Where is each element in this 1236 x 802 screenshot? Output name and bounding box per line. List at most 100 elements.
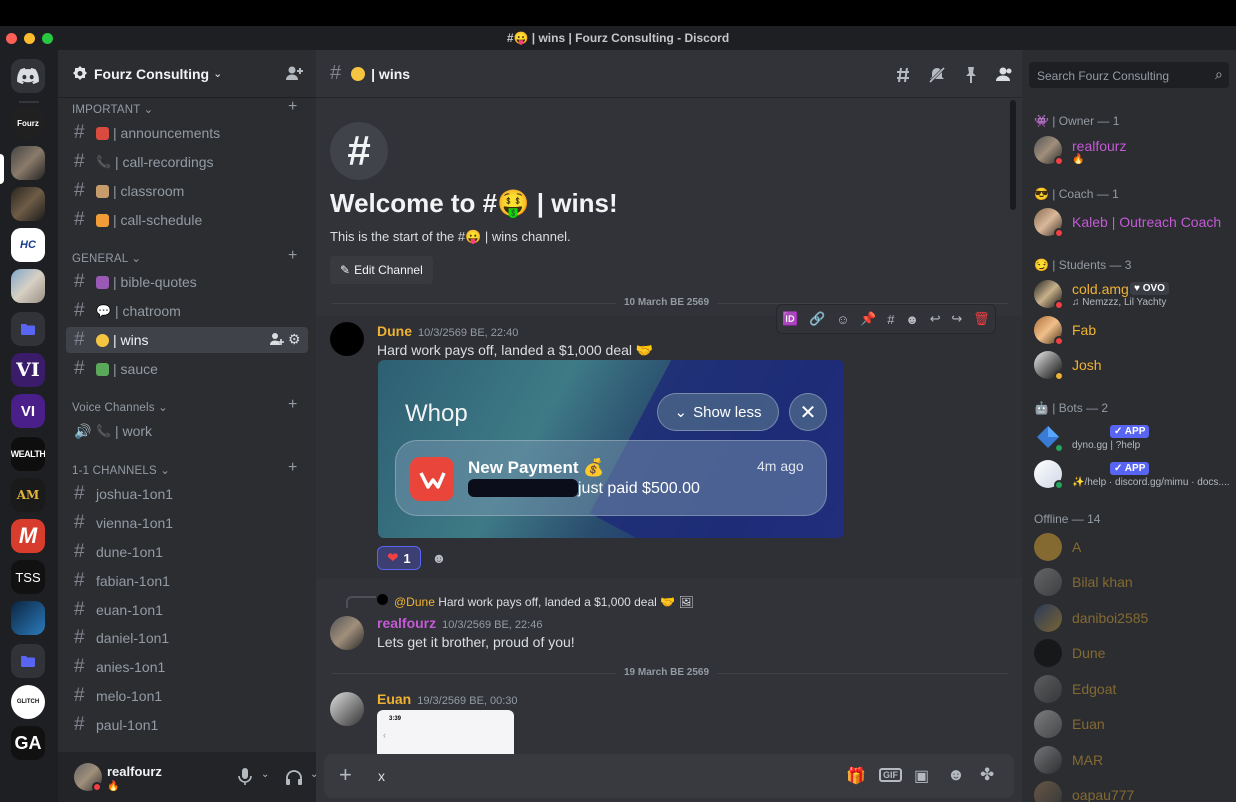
emoji-icon[interactable]: ☻ — [947, 765, 965, 785]
minimize-window-button[interactable] — [24, 33, 35, 44]
microphone-icon[interactable] — [238, 768, 252, 789]
channel-sauce[interactable]: # | sauce — [66, 356, 308, 382]
member-item[interactable]: MAR — [1034, 746, 1230, 778]
add-channel-voice-button[interactable]: + — [288, 396, 297, 414]
mic-options-chevron-icon[interactable]: ⌄ — [261, 769, 269, 780]
category-important[interactable]: IMPORTANT ⌄ — [72, 102, 154, 116]
pin-icon[interactable]: 📌 — [860, 311, 876, 327]
trash-icon[interactable]: 🗑 — [973, 311, 990, 327]
notification-muted-icon[interactable] — [928, 66, 946, 87]
channel-dm[interactable]: # dune-1on1 — [66, 539, 308, 565]
server-hc-icon[interactable]: HC — [11, 228, 45, 262]
channel-chatroom[interactable]: # 💬 | chatroom — [66, 298, 308, 324]
gif-icon[interactable]: GIF — [879, 768, 902, 782]
server-fourz-icon[interactable]: Fourz — [11, 106, 45, 140]
server-tss-icon[interactable]: TSS — [11, 560, 45, 594]
channel-dm[interactable]: # anies-1on1 — [66, 654, 308, 680]
avatar[interactable] — [330, 616, 364, 650]
channel-dm[interactable]: # vienna-1on1 — [66, 510, 308, 536]
member-item[interactable]: Bilal khan — [1034, 568, 1230, 600]
sticker-icon[interactable]: ▣ — [914, 766, 929, 786]
server-folder-1[interactable] — [11, 312, 45, 346]
member-item[interactable]: oapau777 — [1034, 781, 1230, 802]
server-avatar-2[interactable] — [11, 146, 45, 180]
category-voice[interactable]: Voice Channels ⌄ — [72, 400, 168, 414]
add-attachment-icon[interactable]: + — [339, 762, 352, 788]
threads-icon[interactable] — [894, 66, 912, 87]
message-author[interactable]: Dune — [377, 323, 412, 339]
member-item[interactable]: Euan — [1034, 710, 1230, 742]
add-channel-1on1-button[interactable]: + — [288, 459, 297, 477]
avatar[interactable] — [330, 692, 364, 726]
edit-channel-button[interactable]: ✎ Edit Channel — [330, 256, 433, 284]
phone-screenshot-image[interactable]: 3:39 ‹ — [377, 710, 514, 760]
category-general[interactable]: GENERAL ⌄ — [72, 251, 141, 265]
pin-icon[interactable] — [963, 66, 979, 87]
category-1on1[interactable]: 1-1 CHANNELS ⌄ — [72, 463, 170, 477]
member-item[interactable]: Josh — [1034, 351, 1230, 383]
member-item[interactable]: Dyno ✓ APP dyno.gg | ?help — [1034, 423, 1230, 455]
reply-icon[interactable]: ↩ — [930, 311, 941, 327]
channel-dm[interactable]: # euan-1on1 — [66, 597, 308, 623]
member-item[interactable]: Mimu ✓ APP ✨/help · discord.gg/mimu · do… — [1034, 460, 1230, 492]
member-list-icon[interactable] — [996, 66, 1014, 85]
channel-work[interactable]: 🔊 📞 | work — [66, 418, 308, 444]
invite-people-icon[interactable] — [286, 65, 304, 84]
channel-dm[interactable]: # fabian-1on1 — [66, 568, 308, 594]
payment-screenshot-image[interactable]: Whop ⌄ Show less ✕ New Payment 💰 4m ago j… — [378, 360, 844, 538]
link-icon[interactable]: 🔗 — [809, 311, 825, 327]
channel-wins[interactable]: # | wins ⚙ — [66, 327, 308, 353]
server-m-icon[interactable]: M — [11, 519, 45, 553]
reply-preview[interactable]: @Dune Hard work pays off, landed a $1,00… — [394, 595, 694, 609]
forward-icon[interactable]: ↪ — [951, 311, 962, 327]
channel-bible-quotes[interactable]: # | bible-quotes — [66, 269, 308, 295]
server-viral-icon[interactable]: VI — [11, 394, 45, 428]
channel-call-recordings[interactable]: # 📞 | call-recordings — [66, 149, 308, 175]
apps-icon[interactable]: ✤ — [980, 765, 994, 785]
member-item[interactable]: Kaleb | Outreach Coach — [1034, 208, 1230, 240]
maximize-window-button[interactable] — [42, 33, 53, 44]
server-glitch-icon[interactable]: GLITCH — [11, 685, 45, 719]
server-folder-2[interactable] — [11, 644, 45, 678]
add-reaction-icon[interactable]: ☻ — [428, 548, 450, 568]
channel-dm[interactable]: # daniel-1on1 — [66, 625, 308, 651]
channel-dm[interactable]: # joshua-1on1 — [66, 481, 308, 507]
gift-icon[interactable]: 🎁 — [846, 766, 866, 786]
server-header[interactable]: Fourz Consulting ⌄ — [58, 50, 316, 98]
server-avatar-3[interactable] — [11, 187, 45, 221]
emoji-icon[interactable]: ☻ — [905, 312, 919, 327]
message-author[interactable]: Euan — [377, 691, 411, 707]
message-item[interactable]: Dune 10/3/2569 BE, 22:40 Hard work pays o… — [316, 304, 1022, 578]
server-affiliate-icon[interactable] — [11, 601, 45, 635]
add-reaction-icon[interactable]: ☺ — [836, 312, 849, 327]
server-am-icon[interactable]: AM — [11, 478, 45, 512]
member-item[interactable]: Dune — [1034, 639, 1230, 671]
id-icon[interactable]: 🆔 — [782, 311, 798, 327]
member-item[interactable]: Fab — [1034, 316, 1230, 348]
scrollbar[interactable] — [1010, 100, 1016, 210]
server-ga-icon[interactable]: GA — [11, 726, 45, 760]
channel-dm[interactable]: # melo-1on1 — [66, 683, 308, 709]
member-item[interactable]: Edgoat — [1034, 675, 1230, 707]
member-item[interactable]: cold.amg ♥ OVO ♫ Nemzzz, Lil Yachty — [1034, 280, 1230, 312]
server-wealth-icon[interactable]: WEALTH — [11, 437, 45, 471]
create-invite-icon[interactable] — [270, 332, 284, 349]
channel-dm[interactable]: # paul-1on1 — [66, 712, 308, 738]
discord-home-icon[interactable] — [11, 59, 45, 93]
member-item[interactable]: realfourz 🔥 — [1034, 136, 1230, 168]
close-window-button[interactable] — [6, 33, 17, 44]
message-author[interactable]: realfourz — [377, 615, 436, 631]
server-avatar-5[interactable] — [11, 269, 45, 303]
server-vi-icon[interactable]: VI — [11, 353, 45, 387]
member-item[interactable]: A — [1034, 533, 1230, 565]
channel-announcements[interactable]: # | announcements — [66, 120, 308, 146]
channel-call-schedule[interactable]: # | call-schedule — [66, 207, 308, 233]
member-item[interactable]: daniboi2585 — [1034, 604, 1230, 636]
add-channel-important-button[interactable]: + — [288, 98, 297, 116]
thread-icon[interactable]: # — [887, 312, 894, 327]
headphones-icon[interactable] — [285, 769, 303, 788]
search-input[interactable]: Search Fourz Consulting — [1029, 62, 1229, 88]
message-input[interactable]: x — [378, 768, 385, 784]
add-channel-general-button[interactable]: + — [288, 247, 297, 265]
reaction-heart[interactable]: ❤ 1 — [377, 546, 421, 570]
